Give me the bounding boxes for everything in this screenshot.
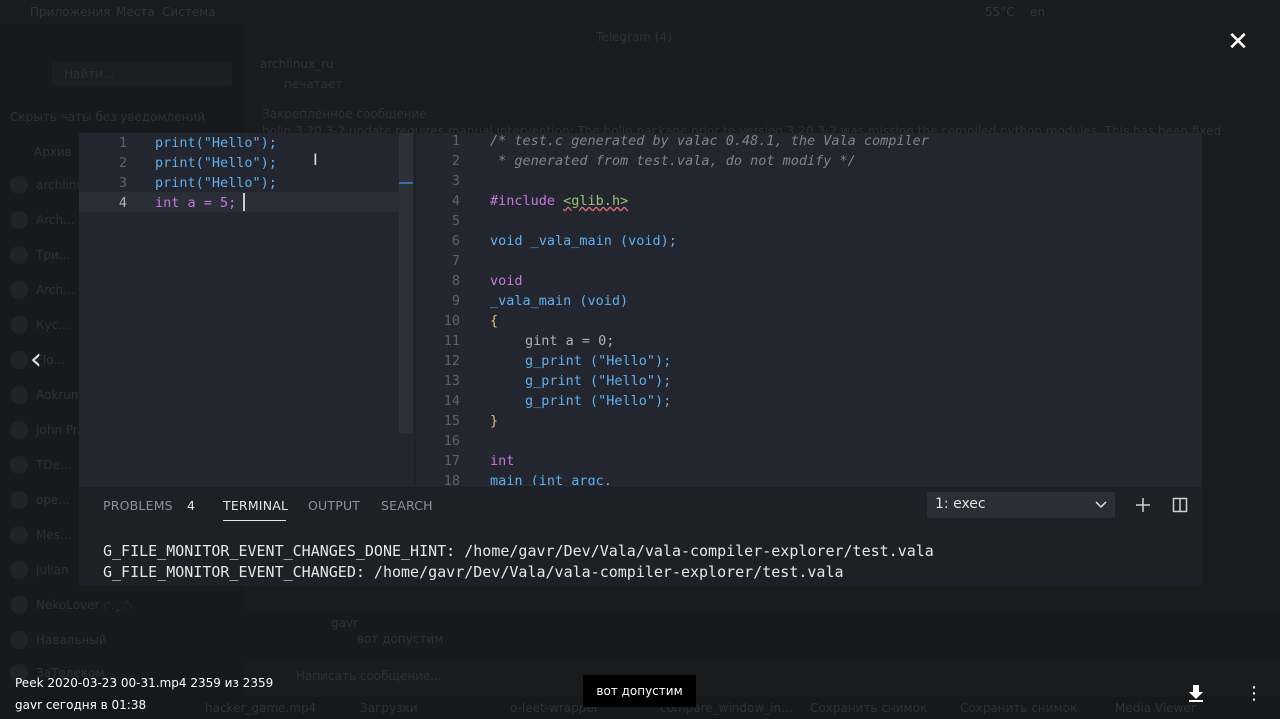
- tab-output[interactable]: OUTPUT: [308, 498, 360, 513]
- code-line: }: [490, 413, 499, 429]
- line-number: 7: [451, 253, 460, 269]
- line-number: 3: [118, 175, 127, 191]
- line-number: 9: [451, 293, 460, 309]
- line-number: 4: [118, 195, 127, 211]
- active-tab-indicator: [223, 520, 286, 521]
- code-line: g_print ("Hello");: [525, 373, 672, 389]
- line-number: 5: [451, 213, 460, 229]
- vala-editor[interactable]: 1 2 3 4 print("Hello"); print("Hello"); …: [79, 133, 414, 485]
- code-line: int a = 5;: [155, 195, 237, 211]
- line-number: 2: [451, 153, 460, 169]
- tab-problems[interactable]: PROBLEMS: [103, 498, 173, 513]
- tab-search[interactable]: SEARCH: [381, 498, 433, 513]
- line-number: 1: [451, 133, 460, 149]
- split-terminal-icon[interactable]: [1172, 497, 1188, 513]
- c-output-editor[interactable]: 1 2 3 4 5 6 7 8 9 10 11 12 13 14 15 16 1…: [416, 133, 1202, 485]
- line-number: 1: [118, 135, 127, 151]
- chevron-left-icon[interactable]: ‹: [30, 345, 54, 375]
- code-line: print("Hello");: [155, 155, 277, 171]
- problems-count-badge: 4: [187, 498, 196, 513]
- code-line: gint a = 0;: [525, 333, 615, 349]
- current-line-highlight: [79, 192, 399, 212]
- code-comment: /* test.c generated by valac 0.48.1, the…: [490, 133, 929, 149]
- left-editor-scrollbar[interactable]: [399, 133, 413, 433]
- media-sender-info[interactable]: gavr сегодня в 01:38: [15, 698, 146, 712]
- line-number: 11: [443, 333, 460, 349]
- code-line: main (int argc,: [490, 473, 612, 485]
- code-line: _vala_main (void): [490, 293, 629, 309]
- code-line: g_print ("Hello");: [525, 353, 672, 369]
- code-line: {: [490, 313, 499, 329]
- line-number: 2: [118, 155, 127, 171]
- video-frame-vscode: 1 2 3 4 print("Hello"); print("Hello"); …: [79, 133, 1202, 586]
- include-header: <glib.h>: [563, 193, 629, 209]
- code-line: print("Hello");: [155, 175, 277, 191]
- line-number: 4: [451, 193, 460, 209]
- terminal-select-value: 1: exec: [935, 496, 986, 512]
- bottom-panel: PROBLEMS 4 TERMINAL OUTPUT SEARCH 1: exe…: [79, 485, 1202, 586]
- chevron-down-icon: [1095, 501, 1107, 509]
- terminal-output-line: G_FILE_MONITOR_EVENT_CHANGED: /home/gavr…: [103, 563, 844, 581]
- plus-icon[interactable]: [1135, 497, 1151, 513]
- line-number: 6: [451, 233, 460, 249]
- line-number: 8: [451, 273, 460, 289]
- media-file-info: Peek 2020-03-23 00-31.mp4 2359 из 2359: [15, 676, 274, 690]
- download-icon[interactable]: [1186, 683, 1206, 703]
- code-line-include: #include <glib.h>: [490, 191, 628, 211]
- terminal-output-line: G_FILE_MONITOR_EVENT_CHANGES_DONE_HINT: …: [103, 542, 934, 560]
- code-line: print("Hello");: [155, 135, 277, 151]
- line-number: 15: [443, 413, 460, 429]
- code-line: int: [490, 453, 515, 469]
- code-line: void _vala_main (void);: [490, 233, 677, 249]
- code-line: g_print ("Hello");: [525, 393, 672, 409]
- code-comment: * generated from test.vala, do not modif…: [490, 153, 856, 169]
- line-number: 12: [443, 353, 460, 369]
- terminal-select[interactable]: 1: exec: [927, 492, 1115, 518]
- ibeam-cursor-icon: I: [313, 150, 318, 169]
- line-number: 14: [443, 393, 460, 409]
- close-icon[interactable]: ✕: [1226, 29, 1250, 55]
- include-directive: #include: [490, 193, 556, 209]
- media-caption: вот допустим: [583, 675, 696, 707]
- line-number: 10: [443, 313, 460, 329]
- line-number: 16: [443, 433, 460, 449]
- text-cursor: [243, 193, 245, 211]
- more-options-icon[interactable]: ⋮: [1245, 683, 1263, 705]
- code-line: void: [490, 273, 523, 289]
- scroll-position-indicator: [399, 182, 413, 184]
- line-number: 17: [443, 453, 460, 469]
- line-number: 18: [443, 473, 460, 485]
- line-number: 3: [451, 173, 460, 189]
- tab-terminal[interactable]: TERMINAL: [223, 498, 288, 513]
- line-number: 13: [443, 373, 460, 389]
